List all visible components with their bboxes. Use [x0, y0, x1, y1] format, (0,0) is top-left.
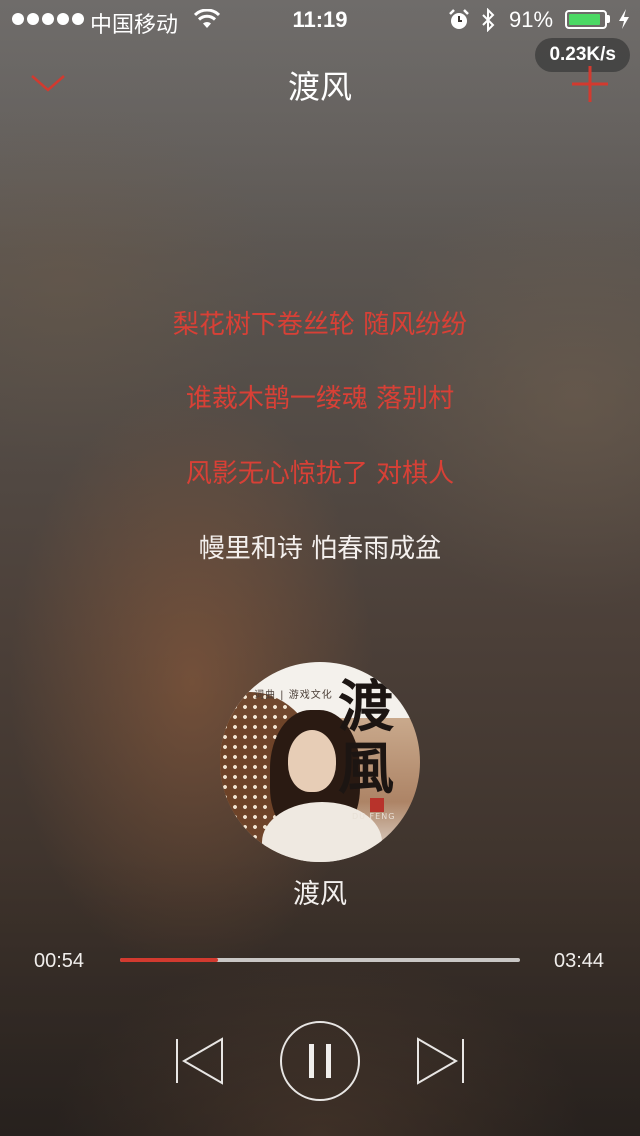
album-cover[interactable]: 词曲 | 游戏文化 渡風 DU FENG — [220, 662, 420, 862]
album-figure-face — [288, 730, 336, 792]
previous-track-button[interactable] — [172, 1036, 228, 1086]
battery-icon — [565, 10, 607, 29]
lyric-line-current: 幔里和诗 怕春雨成盆 — [198, 534, 442, 564]
current-time: 00:54 — [34, 950, 85, 972]
battery-cap — [607, 15, 610, 23]
status-bar: 中国移动 11:19 91% — [0, 0, 640, 40]
album-subtitle-art: DU FENG — [352, 812, 396, 821]
progress-bar[interactable] — [120, 958, 520, 962]
song-name: 渡风 — [293, 879, 347, 910]
album-credit: 词曲 | 游戏文化 — [254, 690, 333, 701]
pause-button[interactable] — [279, 1020, 361, 1102]
total-time: 03:44 — [554, 950, 605, 972]
next-track-button[interactable] — [412, 1036, 468, 1086]
album-title-art: 渡風 — [338, 674, 394, 802]
page-title: 渡风 — [287, 68, 352, 106]
plus-icon[interactable] — [570, 64, 610, 104]
blurred-background — [0, 0, 640, 1136]
lyric-line: 谁裁木鹊一缕魂 落别村 — [185, 384, 455, 414]
charging-bolt-icon — [619, 9, 629, 29]
album-seal — [370, 798, 384, 812]
lyric-line: 梨花树下卷丝轮 随风纷纷 — [172, 310, 468, 340]
lyric-line: 风影无心惊扰了 对棋人 — [185, 459, 455, 489]
alarm-icon — [449, 9, 469, 29]
bluetooth-icon — [482, 8, 495, 32]
progress-fill — [120, 958, 218, 962]
battery-percent: 91% — [509, 7, 554, 32]
